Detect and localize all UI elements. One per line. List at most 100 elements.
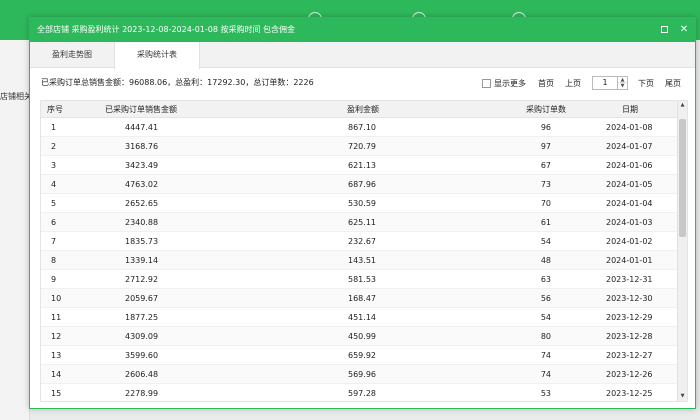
- cell-no: 5: [51, 199, 57, 208]
- show-more-checkbox[interactable]: [482, 78, 491, 88]
- cell-no: 9: [51, 275, 57, 284]
- table-row[interactable]: 10 2059.67 168.47 56 2023-12-30: [41, 289, 687, 308]
- table-row[interactable]: 2 3168.76 720.79 97 2024-01-07: [41, 137, 687, 156]
- scroll-down-icon[interactable]: ▼: [678, 392, 687, 401]
- close-button[interactable]: ✕: [675, 18, 693, 42]
- spinner-down-icon[interactable]: ▼: [618, 83, 627, 89]
- column-header-date[interactable]: 日期: [622, 101, 638, 118]
- column-header-no[interactable]: 序号: [47, 101, 63, 118]
- table-row[interactable]: 3 3423.49 621.13 67 2024-01-06: [41, 156, 687, 175]
- tab-profit-trend[interactable]: 盈利走势图: [30, 42, 114, 68]
- prev-page-button[interactable]: 上页: [565, 78, 581, 89]
- maximize-icon: [660, 25, 668, 33]
- cell-no: 4: [51, 180, 57, 189]
- table-header: 序号 已采购订单销售金额 盈利金额 采购订单数 日期: [41, 101, 687, 118]
- table-row[interactable]: 9 2712.92 581.53 63 2023-12-31: [41, 270, 687, 289]
- show-more-label[interactable]: 显示更多: [494, 78, 526, 89]
- cell-sales: 2059.67: [125, 294, 159, 303]
- cell-no: 10: [51, 294, 62, 303]
- cell-sales: 1339.14: [125, 256, 159, 265]
- cell-date: 2023-12-27: [606, 351, 653, 360]
- cell-count: 48: [540, 256, 551, 265]
- cell-profit: 687.96: [348, 180, 376, 189]
- last-page-button[interactable]: 尾页: [665, 78, 681, 89]
- cell-no: 6: [51, 218, 57, 227]
- cell-profit: 168.47: [348, 294, 376, 303]
- sidebar-item-shop[interactable]: 店铺相关: [0, 90, 30, 104]
- cell-sales: 2340.88: [125, 218, 159, 227]
- cell-no: 8: [51, 256, 57, 265]
- cell-date: 2024-01-01: [606, 256, 653, 265]
- cell-date: 2023-12-29: [606, 313, 653, 322]
- cell-count: 54: [540, 313, 551, 322]
- cell-no: 3: [51, 161, 57, 170]
- cell-no: 1: [51, 123, 57, 132]
- dialog-title: 全部店铺 采购盈利统计 2023-12-08-2024-01-08 按采购时间 …: [37, 25, 296, 34]
- maximize-button[interactable]: [655, 18, 673, 42]
- cell-profit: 450.99: [348, 332, 376, 341]
- cell-date: 2023-12-26: [606, 370, 653, 379]
- cell-sales: 4309.09: [125, 332, 159, 341]
- cell-profit: 143.51: [348, 256, 376, 265]
- cell-no: 14: [51, 370, 62, 379]
- cell-count: 67: [540, 161, 551, 170]
- column-header-count[interactable]: 采购订单数: [526, 101, 566, 118]
- background-sidebar: 店铺相关: [0, 40, 30, 420]
- cell-count: 54: [540, 237, 551, 246]
- page-spinner[interactable]: ▲ ▼: [618, 76, 628, 90]
- page-number-input[interactable]: 1: [592, 76, 618, 90]
- tab-bar: 盈利走势图 采购统计表: [30, 42, 695, 69]
- column-header-sales[interactable]: 已采购订单销售金额: [105, 101, 177, 118]
- cell-profit: 569.96: [348, 370, 376, 379]
- cell-sales: 2712.92: [125, 275, 159, 284]
- cell-count: 96: [540, 123, 551, 132]
- cell-profit: 720.79: [348, 142, 376, 151]
- cell-date: 2024-01-07: [606, 142, 653, 151]
- cell-sales: 2278.99: [125, 389, 159, 398]
- cell-sales: 4763.02: [125, 180, 159, 189]
- cell-date: 2024-01-05: [606, 180, 653, 189]
- cell-count: 61: [540, 218, 551, 227]
- table-row[interactable]: 7 1835.73 232.67 54 2024-01-02: [41, 232, 687, 251]
- tab-purchase-stats[interactable]: 采购统计表: [114, 42, 200, 69]
- table-row[interactable]: 1 4447.41 867.10 96 2024-01-08: [41, 118, 687, 137]
- table-row[interactable]: 5 2652.65 530.59 70 2024-01-04: [41, 194, 687, 213]
- first-page-button[interactable]: 首页: [538, 78, 554, 89]
- cell-date: 2023-12-30: [606, 294, 653, 303]
- dialog-titlebar: 全部店铺 采购盈利统计 2023-12-08-2024-01-08 按采购时间 …: [30, 18, 695, 42]
- cell-profit: 621.13: [348, 161, 376, 170]
- cell-count: 53: [540, 389, 551, 398]
- table-row[interactable]: 15 2278.99 597.28 53 2023-12-25: [41, 384, 687, 401]
- table-row[interactable]: 11 1877.25 451.14 54 2023-12-29: [41, 308, 687, 327]
- scroll-up-icon[interactable]: ▲: [678, 101, 687, 110]
- purchase-profit-dialog: 全部店铺 采购盈利统计 2023-12-08-2024-01-08 按采购时间 …: [29, 17, 696, 409]
- cell-count: 70: [540, 199, 551, 208]
- cell-no: 11: [51, 313, 62, 322]
- column-header-profit[interactable]: 盈利金额: [347, 101, 379, 118]
- cell-profit: 867.10: [348, 123, 376, 132]
- table-row[interactable]: 14 2606.48 569.96 74 2023-12-26: [41, 365, 687, 384]
- cell-count: 74: [540, 370, 551, 379]
- table-row[interactable]: 8 1339.14 143.51 48 2024-01-01: [41, 251, 687, 270]
- cell-sales: 1877.25: [125, 313, 159, 322]
- table-row[interactable]: 6 2340.88 625.11 61 2024-01-03: [41, 213, 687, 232]
- table-row[interactable]: 13 3599.60 659.92 74 2023-12-27: [41, 346, 687, 365]
- cell-profit: 625.11: [348, 218, 376, 227]
- cell-sales: 2606.48: [125, 370, 159, 379]
- cell-no: 15: [51, 389, 62, 398]
- cell-date: 2024-01-03: [606, 218, 653, 227]
- next-page-button[interactable]: 下页: [638, 78, 654, 89]
- cell-no: 12: [51, 332, 62, 341]
- table-row[interactable]: 12 4309.09 450.99 80 2023-12-28: [41, 327, 687, 346]
- cell-date: 2024-01-06: [606, 161, 653, 170]
- scroll-thumb[interactable]: [679, 119, 686, 237]
- cell-sales: 3599.60: [125, 351, 159, 360]
- cell-count: 63: [540, 275, 551, 284]
- cell-date: 2023-12-25: [606, 389, 653, 398]
- summary-text: 已采购订单总销售金额：96088.06，总盈利：17292.30，总订单数：22…: [41, 78, 314, 87]
- cell-count: 97: [540, 142, 551, 151]
- table-scrollbar[interactable]: ▲ ▼: [677, 101, 687, 401]
- table-row[interactable]: 4 4763.02 687.96 73 2024-01-05: [41, 175, 687, 194]
- table-body: 1 4447.41 867.10 96 2024-01-08 2 3168.76 720.7…: [41, 118, 687, 401]
- cell-date: 2023-12-28: [606, 332, 653, 341]
